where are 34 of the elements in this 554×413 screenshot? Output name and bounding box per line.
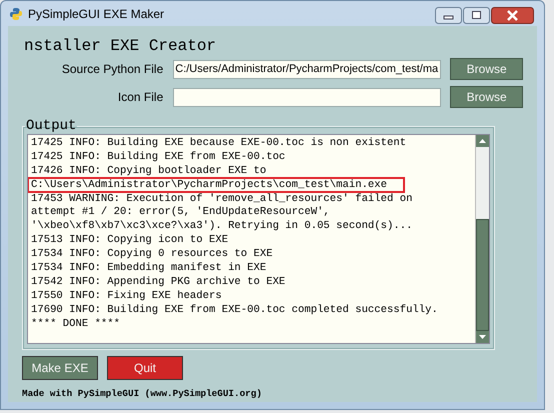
log-line: **** DONE **** bbox=[31, 318, 120, 330]
scroll-down-icon[interactable] bbox=[476, 331, 489, 343]
log-line: 17453 WARNING: Execution of 'remove_all_resources' failed on bbox=[31, 194, 412, 205]
file-path-field[interactable] bbox=[173, 88, 442, 106]
log-line: 17425 INFO: Building EXE from EXE-00.toc bbox=[31, 152, 286, 163]
make-exe-button[interactable]: Make EXE bbox=[22, 356, 98, 380]
browse-button[interactable]: Browse bbox=[450, 58, 523, 80]
scroll-thumb[interactable] bbox=[476, 219, 489, 331]
log-line: 17534 INFO: Embedding manifest in EXE bbox=[31, 263, 266, 274]
log-line: 17426 INFO: Copying bootloader EXE to bbox=[31, 166, 266, 177]
log-line: '\xbeo\xf8\xb7\xc3\xce?\xa3'). Retrying in 0.05 second(s)... bbox=[31, 221, 412, 232]
footer-credit: Made with PySimpleGUI (www.PySimpleGUI.org) bbox=[22, 388, 263, 399]
maximize-button[interactable] bbox=[463, 7, 490, 24]
log-line: 17513 INFO: Copying icon to EXE bbox=[31, 235, 228, 246]
field-label: Source Python File bbox=[60, 62, 164, 76]
output-title: Output bbox=[25, 118, 78, 134]
window-title: PySimpleGUI EXE Maker bbox=[28, 6, 164, 20]
scrollbar[interactable] bbox=[475, 135, 489, 343]
log-line: 17550 INFO: Fixing EXE headers bbox=[31, 290, 222, 302]
log-line: 17690 INFO: Building EXE from EXE-00.toc completed successfully. bbox=[31, 304, 438, 316]
log-line: 17542 INFO: Appending PKG archive to EXE bbox=[31, 276, 286, 288]
file-path-field[interactable]: C:/Users/Administrator/PycharmProjects/com_test/ma bbox=[173, 60, 442, 78]
app-heading: nstaller EXE Creator bbox=[24, 37, 218, 55]
quit-button[interactable]: Quit bbox=[107, 356, 183, 380]
close-button[interactable] bbox=[491, 7, 534, 24]
minimize-button[interactable] bbox=[435, 7, 462, 24]
python-logo-icon bbox=[9, 6, 23, 20]
log-line: 17534 INFO: Copying 0 resources to EXE bbox=[31, 249, 273, 260]
scroll-up-icon[interactable] bbox=[476, 135, 489, 147]
field-label: Icon File bbox=[116, 90, 164, 104]
log-line: 17425 INFO: Building EXE because EXE-00.toc is non existent bbox=[31, 138, 406, 149]
log-line: attempt #1 / 20: error(5, 'EndUpdateResourceW', bbox=[31, 207, 330, 218]
browse-button[interactable]: Browse bbox=[450, 86, 523, 108]
log-line: C:\Users\Administrator\PycharmProjects\com_test\main.exe bbox=[31, 180, 388, 191]
